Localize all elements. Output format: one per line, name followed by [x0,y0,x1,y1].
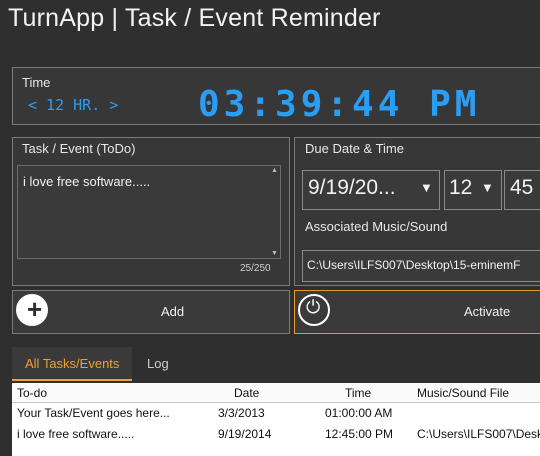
music-label: Associated Music/Sound [305,219,448,234]
hour-dropdown-icon[interactable]: ▼ [481,180,494,195]
scroll-down-icon[interactable]: ▼ [271,250,278,257]
cell-todo: Your Task/Event goes here... [17,406,170,420]
cell-todo: i love free software..... [17,427,135,441]
add-button-label: Add [161,304,185,319]
tab-all-tasks-label: All Tasks/Events [25,356,120,371]
task-text: i love free software..... [23,174,151,189]
column-header-music[interactable]: Music/Sound File [417,386,509,400]
add-button[interactable]: + Add [12,290,290,334]
column-header-todo[interactable]: To-do [17,386,47,400]
task-scrollbar[interactable]: ▲ ▼ [270,167,279,257]
table-header: To-do Date Time Music/Sound File [12,383,540,403]
power-icon: ⏻ [298,294,330,326]
tab-log[interactable]: Log [134,347,184,379]
cell-date: 9/19/2014 [218,427,272,441]
cell-time: 12:45:00 PM [325,427,394,441]
column-header-date[interactable]: Date [234,386,259,400]
cell-date: 3/3/2013 [218,406,265,420]
cell-time: 01:00:00 AM [325,406,393,420]
minute-select[interactable]: 45 [504,170,540,210]
activate-button-label: Activate [464,304,511,319]
column-header-time[interactable]: Time [345,386,371,400]
char-counter: 25/250 [240,263,271,274]
task-label: Task / Event (ToDo) [22,141,136,156]
minute-value: 45 [510,176,534,199]
music-path-field[interactable]: C:\Users\ILFS007\Desktop\15-eminemF [302,250,540,282]
clock-mode-toggle[interactable]: < 12 HR. > [28,96,118,114]
table-row[interactable]: i love free software..... 9/19/2014 12:4… [12,424,540,444]
task-textarea[interactable]: i love free software..... ▲ ▼ [17,165,281,259]
tab-log-label: Log [147,356,169,371]
hour-value: 12 [449,176,473,199]
activate-button[interactable]: ⏻ Activate [294,290,540,334]
tasks-table: To-do Date Time Music/Sound File Your Ta… [12,383,540,456]
scroll-up-icon[interactable]: ▲ [271,167,278,174]
time-label: Time [22,75,51,90]
digital-clock: 03:39:44 PM [198,84,481,125]
tab-all-tasks[interactable]: All Tasks/Events [12,347,132,381]
plus-circle-icon: + [16,294,48,326]
date-dropdown-icon[interactable]: ▼ [420,180,433,195]
due-label: Due Date & Time [305,141,404,156]
date-value: 9/19/20... [308,176,396,199]
window-title: TurnApp | Task / Event Reminder [8,4,381,32]
table-row[interactable]: Your Task/Event goes here... 3/3/2013 01… [12,403,540,423]
music-path-value: C:\Users\ILFS007\Desktop\15-eminemF [307,258,521,272]
cell-music: C:\Users\ILFS007\Desk [417,427,540,441]
